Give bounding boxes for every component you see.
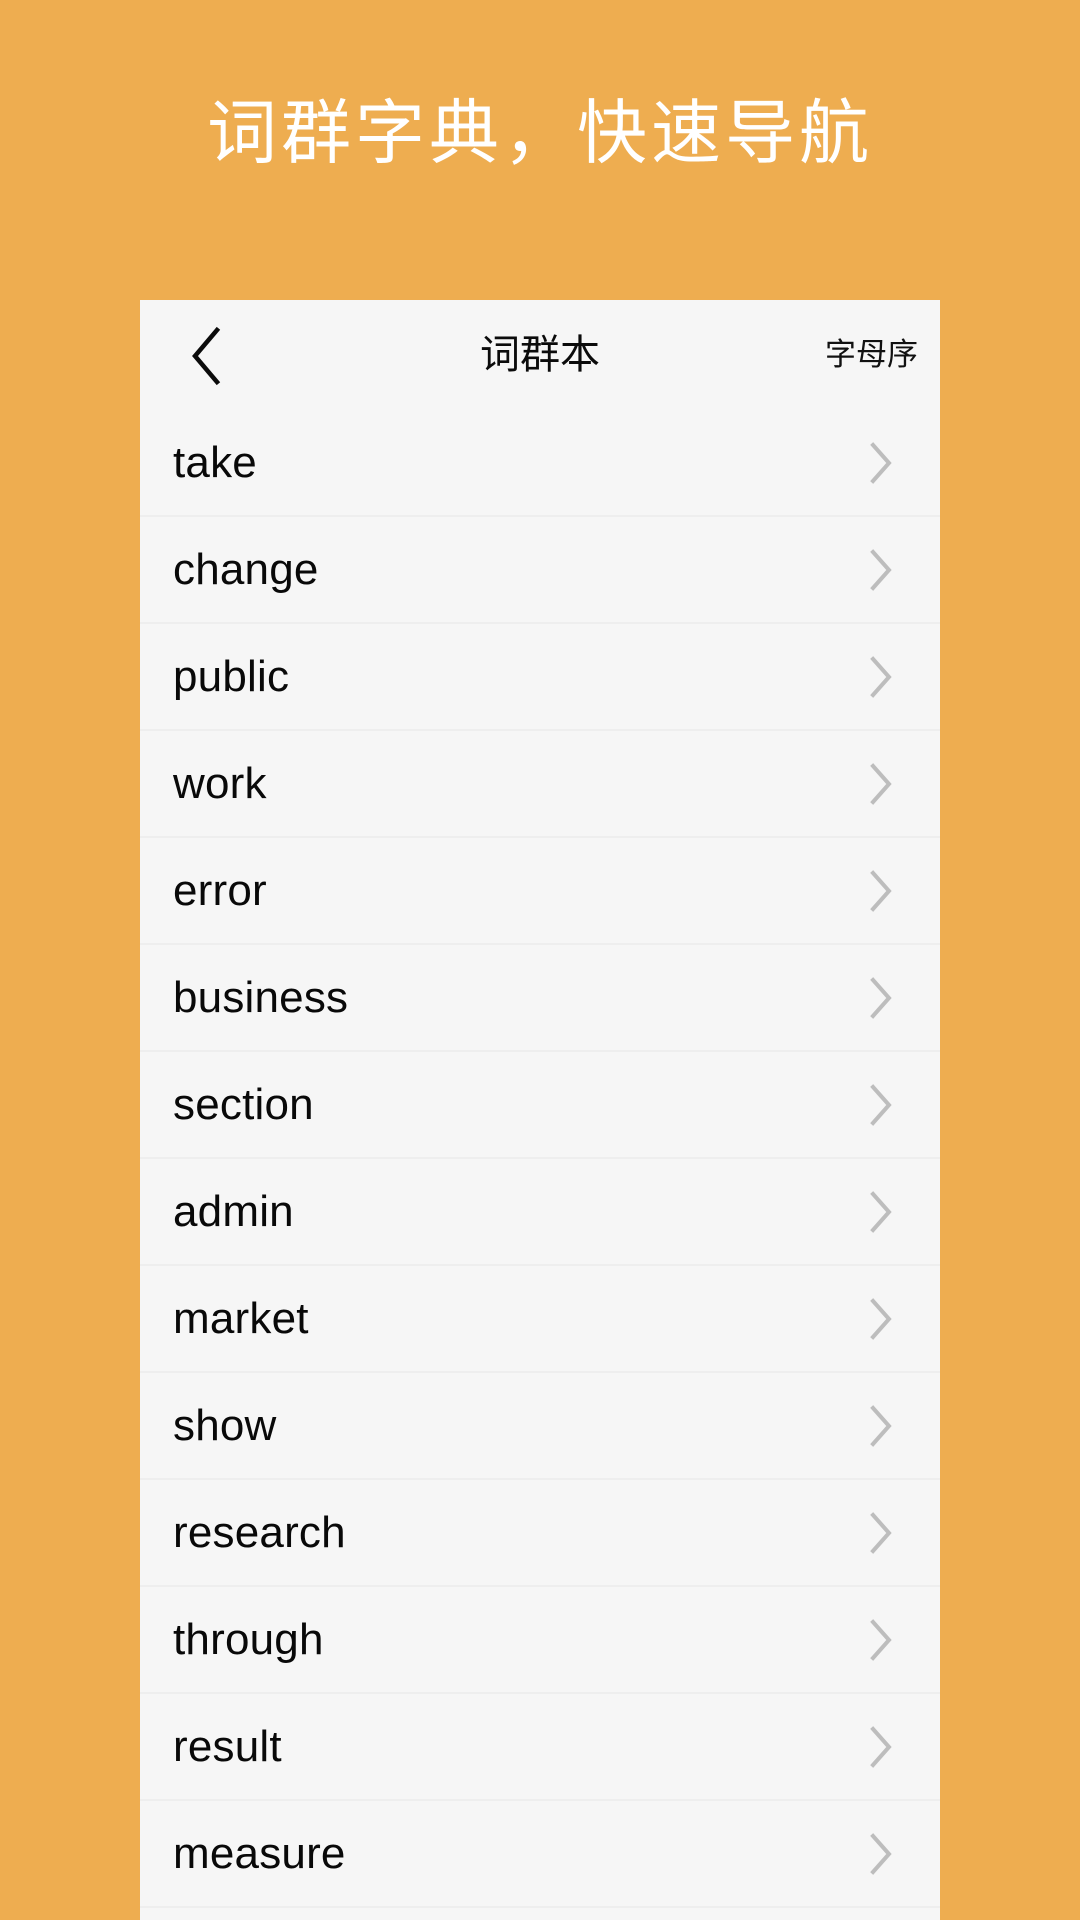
phone-screenshot-card: 词群本 字母序 take change public work error bu… [140,300,940,1920]
list-item-label: show [173,1400,277,1450]
list-item[interactable]: through [140,1587,940,1694]
list-item-label: take [173,437,257,487]
list-item[interactable]: business [140,945,940,1052]
chevron-right-icon [864,1083,898,1126]
list-item-label: measure [173,1828,346,1878]
chevron-right-icon [864,655,898,698]
list-item[interactable]: error [140,838,940,945]
chevron-right-icon [864,976,898,1019]
list-item[interactable]: public [140,624,940,731]
list-item-label: error [173,865,267,915]
list-item[interactable]: result [140,1694,940,1801]
list-item[interactable]: work [140,731,940,838]
chevron-right-icon [864,1190,898,1233]
list-item[interactable]: section [140,1052,940,1159]
chevron-right-icon [864,1618,898,1661]
list-item-label: through [173,1614,324,1664]
list-item-label: research [173,1507,346,1557]
list-item-label: result [173,1721,282,1771]
page-title: 词群本 [480,332,600,378]
list-item[interactable]: change [140,517,940,624]
list-item[interactable]: research [140,1480,940,1587]
list-item[interactable]: show [140,1373,940,1480]
chevron-right-icon [864,869,898,912]
list-item[interactable]: admin [140,1159,940,1266]
list-item-label: section [173,1079,314,1129]
chevron-right-icon [864,1725,898,1768]
list-item[interactable]: measure [140,1801,940,1908]
list-item-label: business [173,972,349,1022]
list-item-label: public [173,651,290,701]
list-item[interactable]: take [140,410,940,517]
list-item[interactable]: market [140,1266,940,1373]
word-group-list: take change public work error business s… [140,410,940,1908]
list-item-label: market [173,1293,309,1343]
promo-headline: 词群字典，快速导航 [207,92,873,174]
chevron-right-icon [864,548,898,591]
navigation-bar: 词群本 字母序 [140,300,940,410]
chevron-right-icon [864,1404,898,1447]
sort-order-button[interactable]: 字母序 [825,300,918,410]
chevron-right-icon [864,762,898,805]
list-item-label: change [173,544,319,594]
chevron-right-icon [864,441,898,484]
list-item-label: admin [173,1186,294,1236]
app-screen: 词群字典，快速导航 词群本 字母序 take change public wor… [0,0,1080,1920]
list-item-label: work [173,758,267,808]
chevron-right-icon [864,1832,898,1875]
chevron-right-icon [864,1511,898,1554]
chevron-right-icon [864,1297,898,1340]
